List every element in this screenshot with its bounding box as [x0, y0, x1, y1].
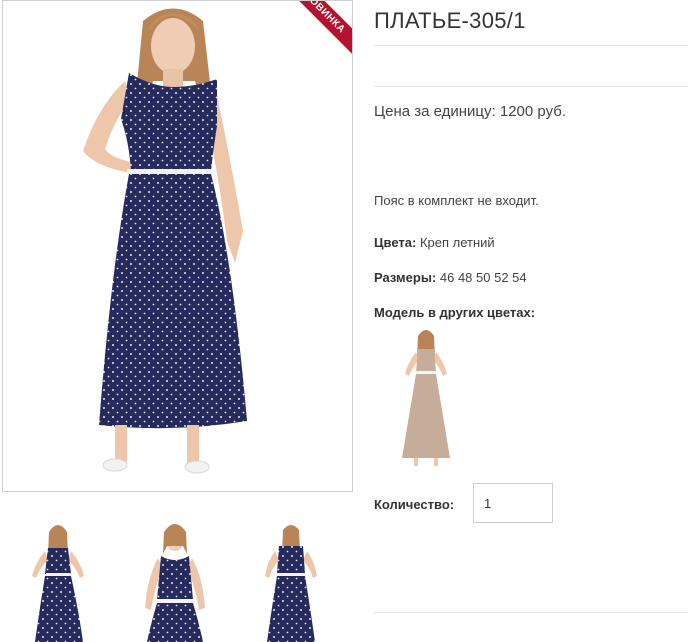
colors-row: Цвета: Креп летний: [374, 235, 495, 250]
main-product-image[interactable]: НОВИНКА: [2, 0, 353, 492]
title-divider: [374, 45, 688, 46]
dress-model-photo: [83, 8, 247, 474]
thumbnail-back[interactable]: [245, 518, 345, 642]
other-color-thumbnail[interactable]: [378, 322, 480, 470]
product-title: ПЛАТЬЕ-305/1: [374, 8, 526, 33]
colors-label: Цвета:: [374, 235, 417, 250]
price-label: Цена за единицу:: [374, 103, 496, 120]
divider: [374, 86, 688, 87]
sizes-row: Размеры: 46 48 50 52 54: [374, 270, 527, 285]
thumbnail-front[interactable]: [5, 518, 105, 642]
new-badge-label: НОВИНКА: [293, 1, 352, 59]
price-value: 1200 руб.: [499, 103, 566, 120]
price-line: Цена за единицу: 1200 руб.: [374, 103, 566, 120]
bottom-divider: [374, 612, 688, 613]
dress-back-thumb: [265, 525, 317, 642]
other-colors-label: Модель в других цветах:: [374, 305, 536, 320]
new-badge: НОВИНКА: [293, 1, 352, 60]
dress-closeup-thumb: [145, 524, 205, 642]
dress-front-thumb: [32, 525, 84, 642]
belt-note: Пояс в комплект не входит.: [374, 193, 539, 208]
colors-value: Креп летний: [419, 235, 495, 250]
sizes-label: Размеры:: [374, 270, 437, 285]
beige-dress-thumb: [402, 330, 450, 466]
thumbnail-closeup[interactable]: [125, 518, 225, 642]
sizes-value: 46 48 50 52 54: [439, 270, 527, 285]
other-colors-heading: Модель в других цветах:: [374, 305, 535, 320]
quantity-input[interactable]: [473, 483, 553, 523]
quantity-label: Количество:: [374, 497, 455, 512]
